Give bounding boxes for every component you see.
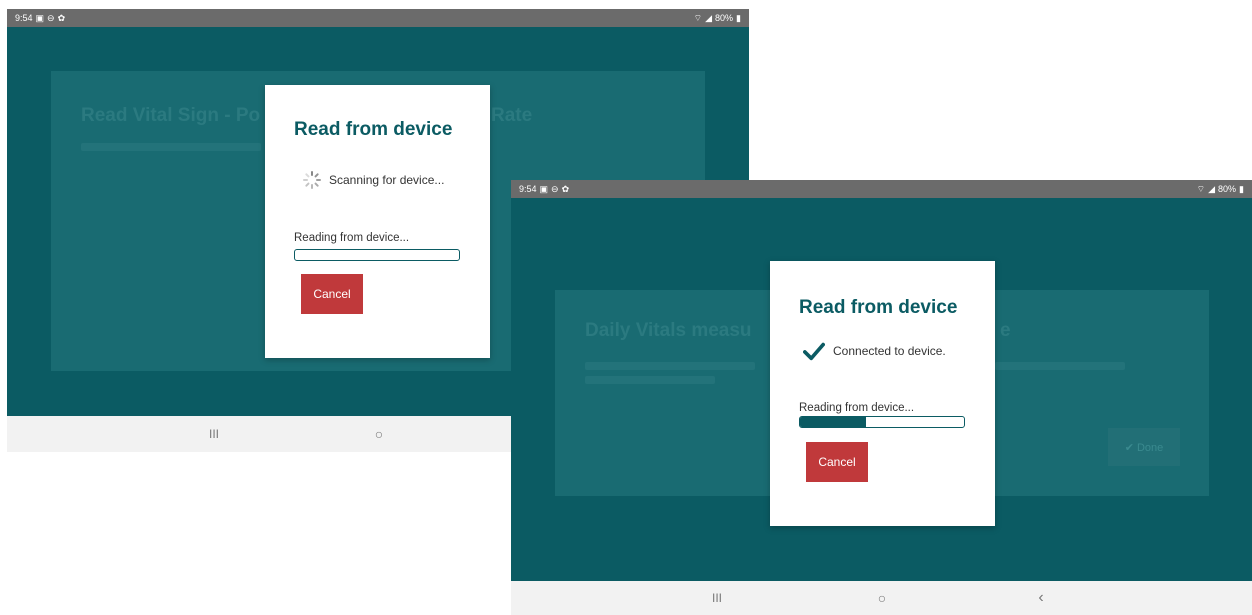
background-title: Read Vital Sign - Po bbox=[81, 105, 261, 126]
background-text-line bbox=[585, 362, 755, 370]
tablet-screen-connected: 9:54 ▣ ⊖ ✿ ⌔ ◢ 80% ▮ Daily Vitals measu … bbox=[511, 180, 1252, 615]
settings-icon: ✿ bbox=[57, 12, 66, 23]
done-button[interactable]: ✔ Done bbox=[1108, 428, 1180, 466]
battery-percent: 80% bbox=[715, 13, 734, 23]
battery-icon: ▮ bbox=[736, 12, 741, 23]
dnd-icon: ⊖ bbox=[551, 183, 559, 194]
dialog-title: Read from device bbox=[294, 119, 453, 140]
background-text-line bbox=[995, 362, 1125, 370]
reading-progress-bar bbox=[294, 249, 460, 261]
gallery-icon: ▣ bbox=[539, 183, 549, 194]
background-title-tail: e bbox=[1000, 320, 1011, 341]
recent-apps-button[interactable]: III bbox=[209, 427, 219, 441]
background-text-line bbox=[585, 376, 715, 384]
settings-icon: ✿ bbox=[561, 183, 570, 194]
read-device-dialog: Read from device Connected to device. Re… bbox=[770, 261, 995, 526]
dialog-title: Read from device bbox=[799, 297, 958, 318]
navigation-bar: III ○ ‹ bbox=[511, 581, 1252, 615]
status-text: Scanning for device... bbox=[329, 173, 445, 187]
back-button[interactable]: ‹ bbox=[1038, 589, 1043, 607]
status-bar: 9:54 ▣ ⊖ ✿ ⌔ ◢ 80% ▮ bbox=[7, 9, 749, 27]
status-bar: 9:54 ▣ ⊖ ✿ ⌔ ◢ 80% ▮ bbox=[511, 180, 1252, 198]
background-title: Daily Vitals measu bbox=[585, 320, 752, 341]
progress-fill bbox=[800, 417, 866, 427]
status-time: 9:54 bbox=[519, 184, 537, 194]
read-device-dialog: Read from device Scanning for device... … bbox=[265, 85, 490, 358]
cancel-button[interactable]: Cancel bbox=[301, 274, 363, 314]
background-text-line bbox=[81, 143, 261, 151]
home-button[interactable]: ○ bbox=[375, 426, 383, 442]
battery-percent: 80% bbox=[1218, 184, 1237, 194]
reading-label: Reading from device... bbox=[294, 232, 410, 244]
home-button[interactable]: ○ bbox=[878, 590, 886, 606]
battery-icon: ▮ bbox=[1239, 183, 1244, 194]
spinner-icon bbox=[303, 171, 321, 189]
dialog-status: Scanning for device... bbox=[303, 171, 444, 189]
checkmark-icon bbox=[803, 342, 825, 361]
signal-icon: ◢ bbox=[1208, 183, 1216, 194]
status-time: 9:54 bbox=[15, 13, 33, 23]
recent-apps-button[interactable]: III bbox=[712, 591, 722, 605]
dialog-status: Connected to device. bbox=[803, 340, 946, 362]
reading-progress-bar bbox=[799, 416, 965, 428]
dnd-icon: ⊖ bbox=[47, 12, 55, 23]
cancel-button[interactable]: Cancel bbox=[806, 442, 868, 482]
wifi-icon: ⌔ bbox=[1196, 183, 1206, 194]
signal-icon: ◢ bbox=[705, 12, 713, 23]
reading-label: Reading from device... bbox=[799, 402, 915, 414]
status-text: Connected to device. bbox=[833, 344, 946, 358]
gallery-icon: ▣ bbox=[35, 12, 45, 23]
wifi-icon: ⌔ bbox=[693, 12, 703, 23]
background-title-tail: Rate bbox=[491, 105, 533, 126]
